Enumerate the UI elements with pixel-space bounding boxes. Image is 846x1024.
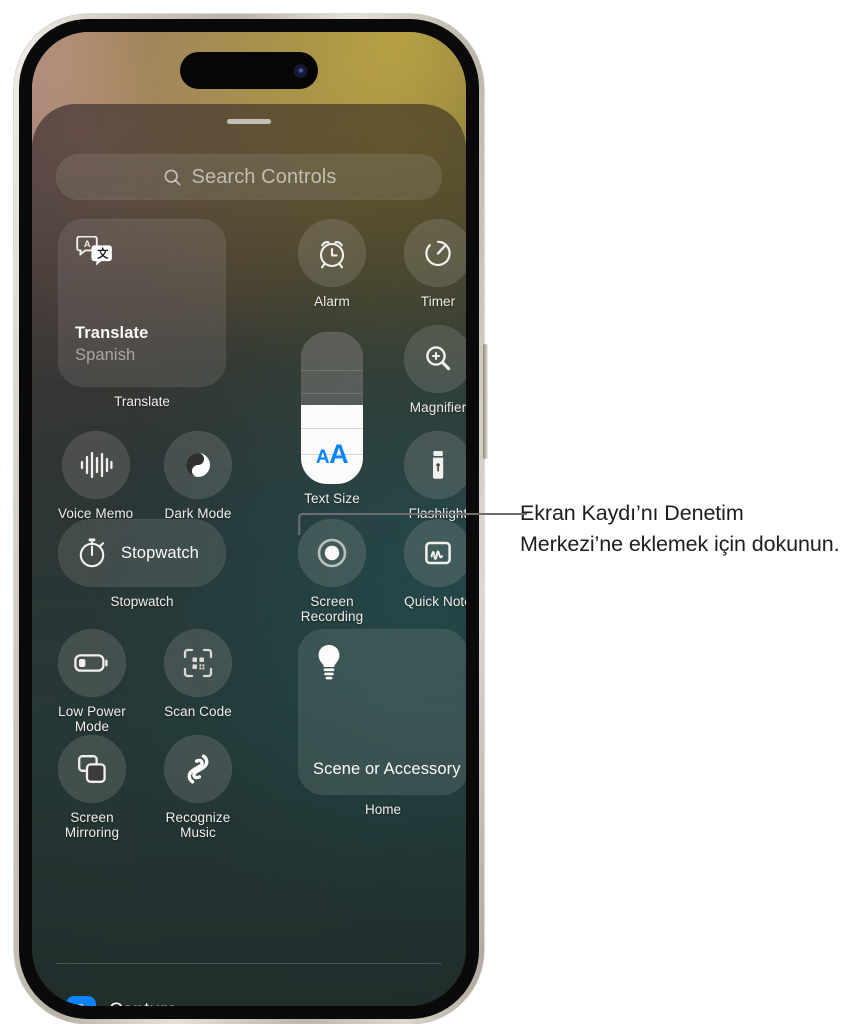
waveform-icon	[78, 450, 114, 480]
screen-mirroring-button[interactable]	[58, 735, 126, 803]
controls-grid: A 文 Translate Spanish Translate	[56, 219, 442, 1006]
low-power-mode-button[interactable]	[58, 629, 126, 697]
sheet-grabber-handle[interactable]	[227, 119, 271, 124]
control-scan-code[interactable]: Scan Code	[164, 629, 232, 719]
alarm-label: Alarm	[314, 294, 350, 309]
control-timer[interactable]: Timer	[404, 219, 466, 309]
text-size-aa-glyph: AA	[301, 439, 363, 470]
battery-low-icon	[73, 651, 111, 675]
control-screen-mirroring[interactable]: Screen Mirroring	[58, 735, 126, 840]
flashlight-button[interactable]	[404, 431, 466, 499]
dark-mode-button[interactable]	[164, 431, 232, 499]
control-flashlight[interactable]: Flashlight	[404, 431, 466, 521]
dark-mode-icon	[181, 448, 215, 482]
translate-title: Translate	[75, 324, 148, 343]
timer-label: Timer	[421, 294, 456, 309]
translate-subtitle: Spanish	[75, 346, 135, 365]
control-translate-widget[interactable]: A 文 Translate Spanish Translate	[58, 219, 226, 409]
alarm-button[interactable]	[298, 219, 366, 287]
home-widget-label: Home	[365, 802, 401, 817]
search-controls-field[interactable]: Search Controls	[56, 154, 442, 200]
magnifier-label: Magnifier	[410, 400, 466, 415]
translate-icon: A 文	[75, 236, 115, 268]
control-dark-mode[interactable]: Dark Mode	[164, 431, 232, 521]
control-recognize-music[interactable]: Recognize Music	[164, 735, 232, 840]
capture-section-header[interactable]: Capture	[66, 996, 177, 1006]
control-voice-memo[interactable]: Voice Memo	[58, 431, 133, 521]
stopwatch-title: Stopwatch	[121, 544, 199, 563]
text-size-slider[interactable]: AA	[301, 332, 363, 484]
dynamic-island[interactable]	[180, 52, 318, 89]
callout-text: Ekran Kaydı’nı Denetim Merkezi’ne ekleme…	[520, 498, 840, 560]
stopwatch-icon	[74, 535, 110, 571]
control-home-widget[interactable]: Scene or Accessory Home	[298, 629, 466, 817]
timer-button[interactable]	[404, 219, 466, 287]
power-button[interactable]	[483, 344, 488, 459]
screen-mirroring-label: Screen Mirroring	[65, 810, 119, 840]
search-placeholder: Search Controls	[192, 166, 337, 189]
text-size-label: Text Size	[304, 491, 360, 506]
scan-code-button[interactable]	[164, 629, 232, 697]
control-text-size[interactable]: AA Text Size	[298, 332, 366, 506]
alarm-clock-icon	[314, 235, 350, 271]
low-power-mode-label: Low Power Mode	[58, 704, 126, 734]
magnifier-button[interactable]	[404, 325, 466, 393]
home-tile[interactable]: Scene or Accessory	[298, 629, 466, 795]
svg-text:文: 文	[97, 246, 109, 260]
scan-code-label: Scan Code	[164, 704, 232, 719]
screen-recording-icon	[312, 533, 352, 573]
recognize-music-label: Recognize Music	[166, 810, 231, 840]
recognize-music-button[interactable]	[164, 735, 232, 803]
quick-note-label: Quick Note	[404, 594, 466, 609]
section-divider	[56, 963, 442, 964]
screen-recording-label: Screen Recording	[301, 594, 363, 624]
timer-icon	[420, 235, 456, 271]
stopwatch-widget-label: Stopwatch	[110, 594, 173, 609]
lightbulb-icon	[314, 642, 344, 684]
translate-widget-label: Translate	[114, 394, 170, 409]
svg-text:A: A	[84, 239, 91, 249]
scan-code-icon	[181, 646, 215, 680]
control-magnifier[interactable]: Magnifier	[404, 325, 466, 415]
voice-memo-button[interactable]	[62, 431, 130, 499]
capture-label: Capture	[109, 1000, 177, 1006]
camera-icon	[71, 1003, 91, 1007]
quick-note-icon	[421, 536, 455, 570]
search-icon	[162, 167, 183, 188]
control-stopwatch-widget[interactable]: Stopwatch Stopwatch	[58, 519, 226, 609]
front-camera-icon	[294, 64, 307, 77]
home-scene-label: Scene or Accessory	[313, 760, 461, 779]
camera-app-icon	[66, 996, 96, 1006]
translate-tile[interactable]: A 文 Translate Spanish	[58, 219, 226, 387]
shazam-icon	[181, 751, 215, 787]
control-center-panel: Search Controls A 文 Transl	[32, 104, 466, 1006]
control-low-power-mode[interactable]: Low Power Mode	[58, 629, 126, 734]
control-alarm[interactable]: Alarm	[298, 219, 366, 309]
magnifier-icon	[421, 342, 455, 376]
stopwatch-pill[interactable]: Stopwatch	[58, 519, 226, 587]
flashlight-icon	[423, 448, 453, 482]
callout-leader-line	[298, 512, 528, 536]
screen-mirroring-icon	[75, 752, 109, 786]
